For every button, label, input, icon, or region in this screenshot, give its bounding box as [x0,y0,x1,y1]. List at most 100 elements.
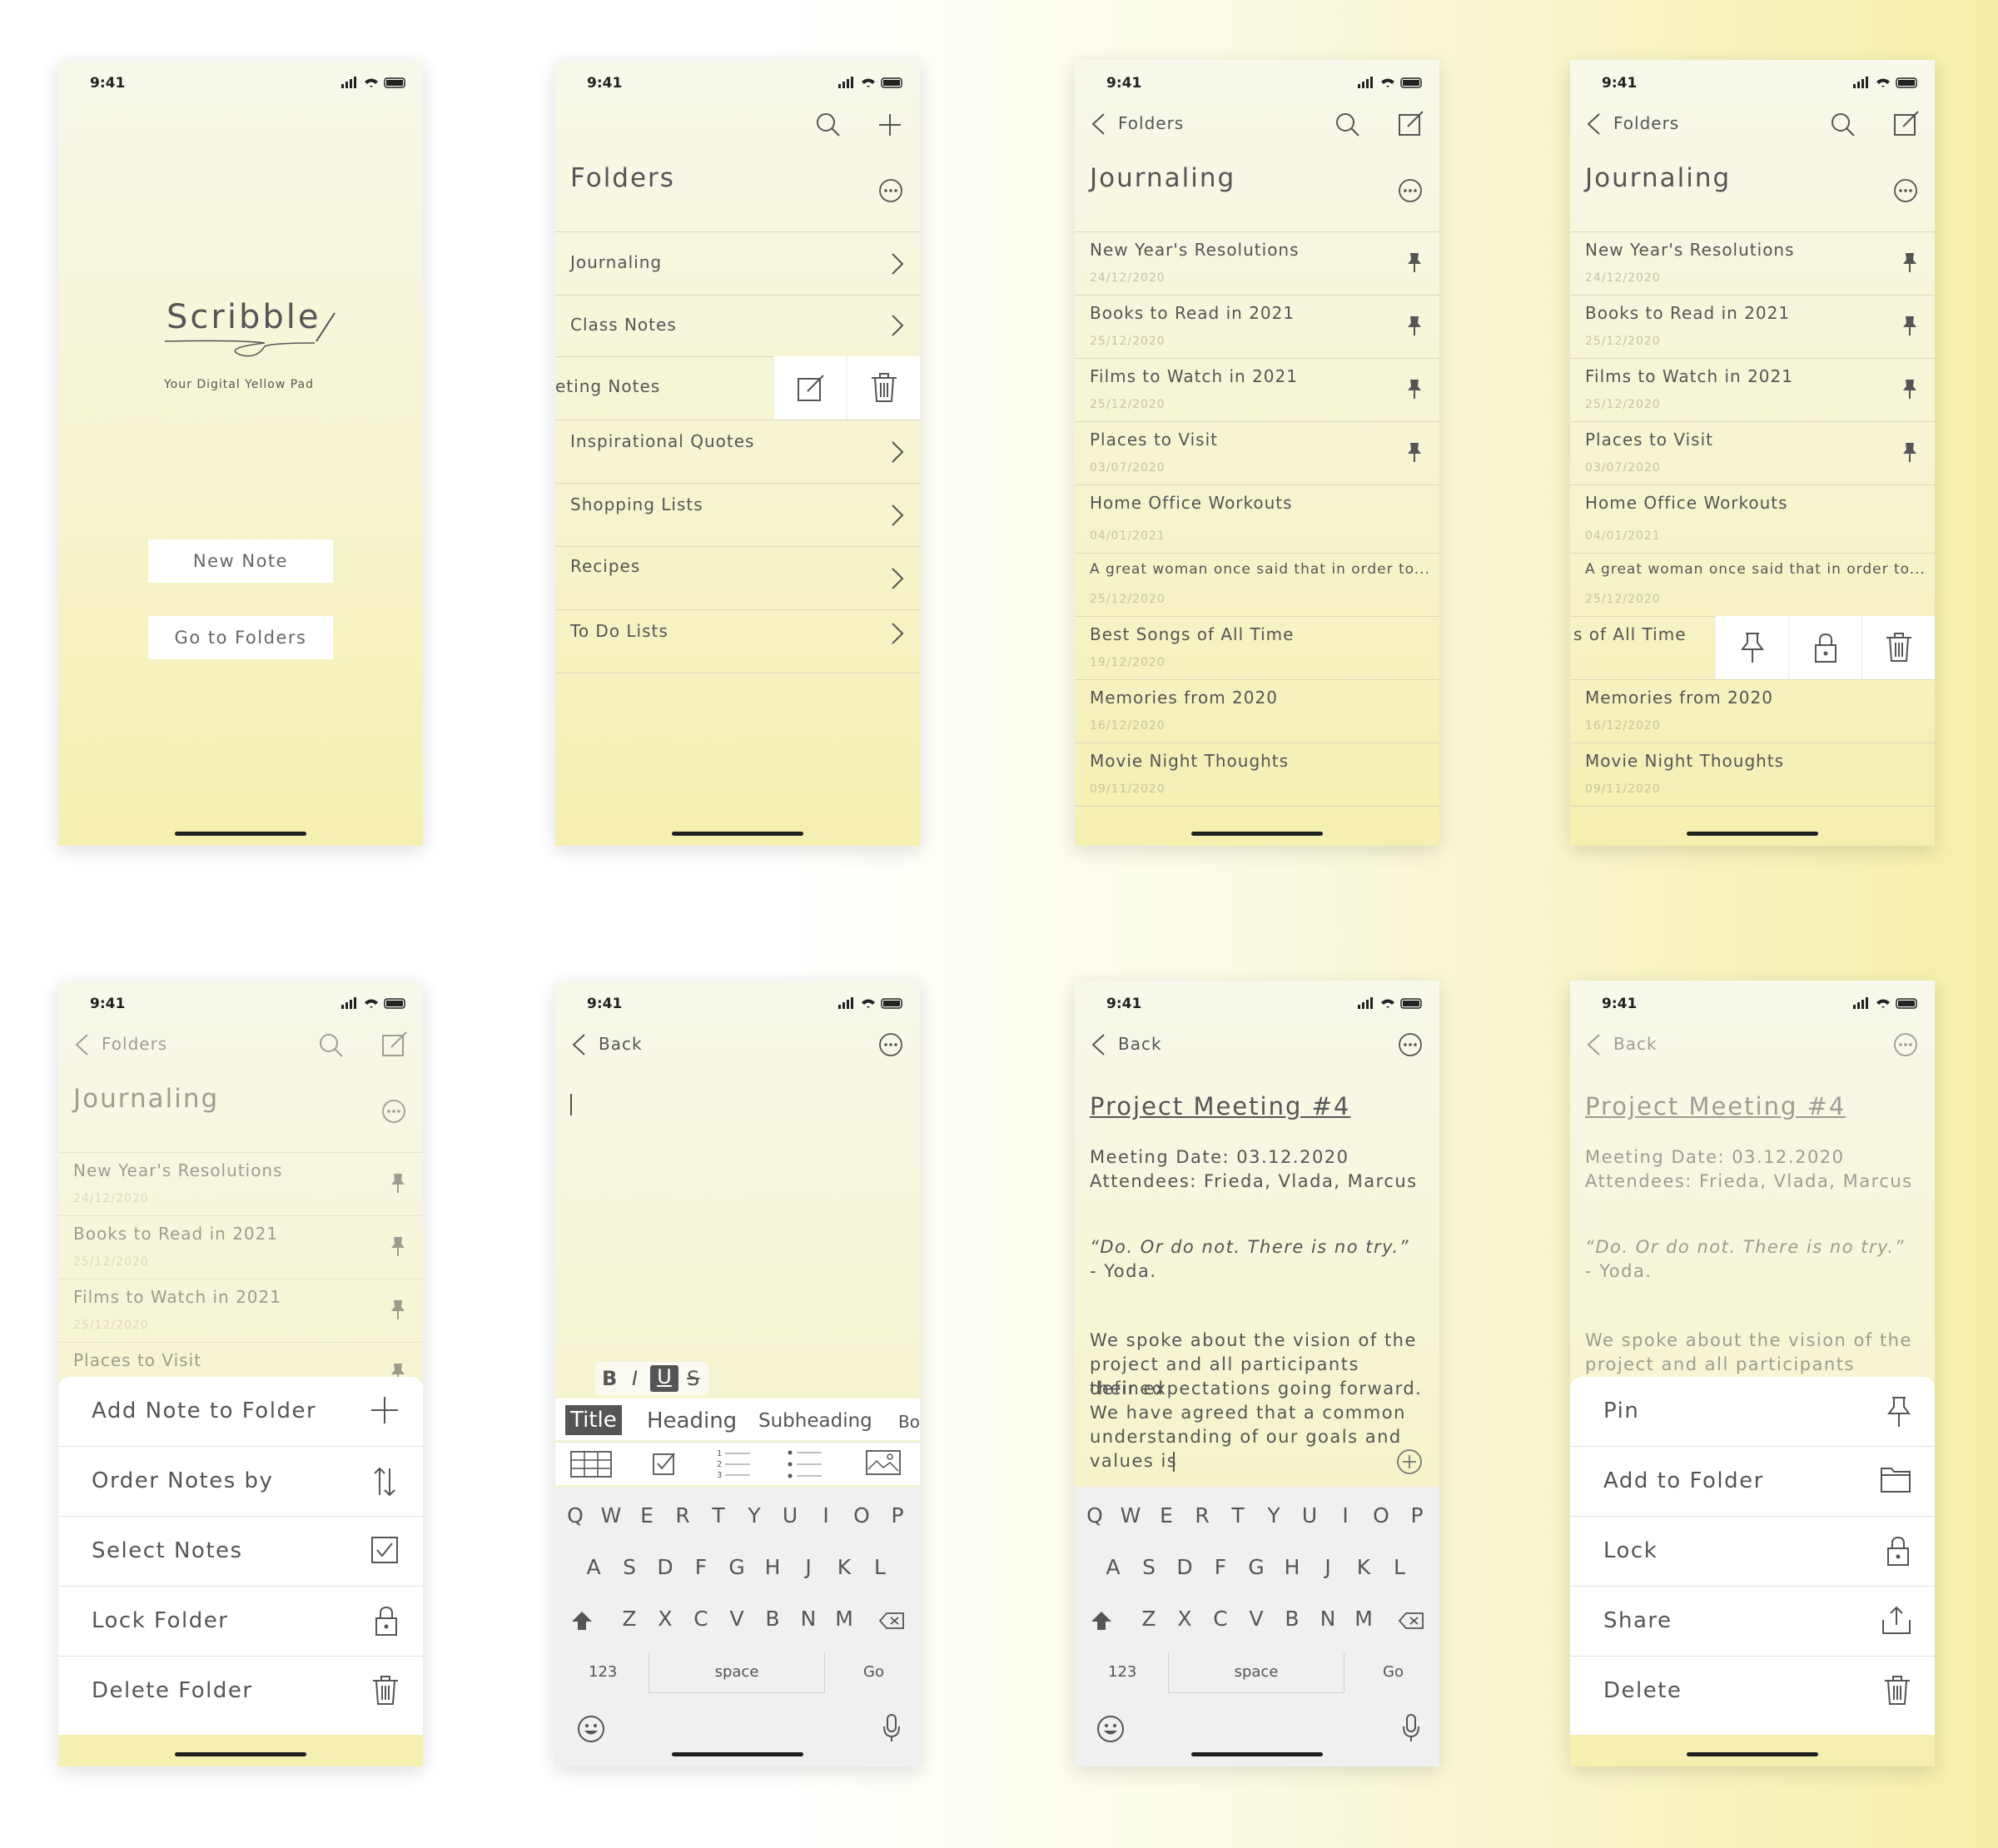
underline-button[interactable]: U [650,1365,678,1392]
more-icon[interactable] [1893,178,1918,203]
delete-button[interactable]: Delete [1570,1657,1935,1726]
key[interactable]: D [649,1555,682,1579]
compose-icon[interactable] [381,1031,408,1057]
compose-icon[interactable] [1398,110,1424,137]
key[interactable]: U [773,1503,807,1528]
note-title[interactable]: Project Meeting #4 [1090,1092,1350,1120]
key[interactable]: Q [1078,1503,1111,1528]
key[interactable]: W [594,1503,628,1528]
note-item[interactable]: Memories from 2020 16/12/2020 [1570,679,1935,743]
go-key[interactable]: Go [863,1663,884,1681]
chevron-left-icon[interactable] [73,1032,90,1057]
add-icon[interactable] [877,112,903,138]
lock-note-button[interactable] [1788,616,1861,679]
back-button[interactable]: Folders [1118,113,1184,133]
key[interactable]: C [684,1607,718,1631]
more-icon[interactable] [1893,1032,1918,1057]
key[interactable]: I [1329,1503,1362,1528]
numbers-key[interactable]: 123 [589,1663,617,1681]
key[interactable]: S [613,1555,646,1579]
key[interactable]: D [1168,1555,1201,1579]
emoji-icon[interactable] [1096,1715,1125,1743]
key[interactable]: P [1400,1503,1434,1528]
strikethrough-button[interactable]: S [687,1367,699,1390]
note-item[interactable]: A great woman once said that in order to… [1570,553,1935,616]
folder-item[interactable]: Journaling [555,231,920,295]
key[interactable]: R [666,1503,699,1528]
microphone-icon[interactable] [882,1713,902,1743]
key[interactable]: R [1185,1503,1219,1528]
key[interactable]: N [1311,1607,1344,1631]
lock-folder-button[interactable]: Lock Folder [58,1587,423,1657]
add-to-folder-button[interactable]: Add to Folder [1570,1447,1935,1517]
note-item[interactable]: Places to Visit 03/07/2020 [1075,421,1439,484]
key[interactable]: H [1275,1555,1309,1579]
chevron-left-icon[interactable] [1585,112,1602,137]
key[interactable]: M [828,1607,861,1631]
style-heading-button[interactable]: Heading [647,1408,737,1433]
italic-button[interactable]: I [632,1367,638,1390]
folder-item-swiped[interactable]: eting Notes [555,356,920,420]
image-icon[interactable] [865,1449,902,1479]
key[interactable]: W [1114,1503,1147,1528]
key[interactable]: J [792,1555,825,1579]
key[interactable]: H [756,1555,789,1579]
more-icon[interactable] [1398,1032,1423,1057]
back-button[interactable]: Folders [1613,113,1679,133]
key[interactable]: O [1364,1503,1398,1528]
numbers-key[interactable]: 123 [1108,1663,1136,1681]
key[interactable]: L [1383,1555,1416,1579]
key[interactable]: X [649,1607,682,1631]
folder-item[interactable]: Recipes [555,546,920,609]
table-icon[interactable] [570,1451,612,1478]
backspace-icon[interactable] [878,1612,905,1630]
key[interactable]: E [630,1503,664,1528]
numbered-list-icon[interactable]: 1 2 3 [715,1448,752,1481]
note-item[interactable]: Memories from 2020 16/12/2020 [1075,679,1439,743]
key[interactable]: T [1221,1503,1255,1528]
share-button[interactable]: Share [1570,1587,1935,1657]
note-item[interactable]: Places to Visit 03/07/2020 [1570,421,1935,484]
more-icon[interactable] [878,1032,903,1057]
note-item[interactable]: Best Songs of All Time 19/12/2020 [1075,616,1439,679]
microphone-icon[interactable] [1401,1713,1421,1743]
add-circle-icon[interactable] [1396,1448,1423,1475]
pin-note-button[interactable] [1715,616,1788,679]
go-to-folders-button[interactable]: Go to Folders [148,616,333,659]
key[interactable]: K [1347,1555,1380,1579]
folder-item[interactable]: Shopping Lists [555,483,920,546]
bullet-list-icon[interactable] [787,1448,823,1481]
key[interactable]: Y [1257,1503,1290,1528]
search-icon[interactable] [815,112,842,138]
backspace-icon[interactable] [1398,1612,1424,1630]
order-notes-button[interactable]: Order Notes by [58,1447,423,1517]
key[interactable]: Z [1132,1607,1166,1631]
emoji-icon[interactable] [577,1715,605,1743]
note-item[interactable]: Books to Read in 2021 25/12/2020 [1570,295,1935,358]
key[interactable]: M [1347,1607,1380,1631]
style-title-button[interactable]: Title [565,1405,622,1435]
back-button[interactable]: Folders [102,1034,167,1054]
delete-note-button[interactable] [1861,616,1935,679]
pin-button[interactable]: Pin [1570,1377,1935,1447]
note-item[interactable]: Films to Watch in 2021 25/12/2020 [58,1279,423,1342]
shift-icon[interactable] [1090,1610,1113,1632]
key[interactable]: U [1293,1503,1326,1528]
note-item-swiped[interactable]: s of All Time [1570,616,1935,679]
key[interactable]: J [1311,1555,1344,1579]
space-key[interactable]: space [1168,1653,1344,1693]
key[interactable]: N [792,1607,825,1631]
key[interactable]: E [1150,1503,1183,1528]
more-icon[interactable] [1398,178,1423,203]
note-item[interactable]: New Year's Resolutions 24/12/2020 [1570,231,1935,295]
key[interactable]: Y [738,1503,771,1528]
key[interactable]: I [809,1503,842,1528]
note-item[interactable]: A great woman once said that in order to… [1075,553,1439,616]
space-key[interactable]: space [649,1653,825,1693]
folder-item[interactable]: To Do Lists [555,609,920,673]
key[interactable]: C [1204,1607,1237,1631]
shift-icon[interactable] [570,1610,594,1632]
edit-folder-button[interactable] [773,356,847,420]
compose-icon[interactable] [1893,110,1920,137]
key[interactable]: B [756,1607,789,1631]
